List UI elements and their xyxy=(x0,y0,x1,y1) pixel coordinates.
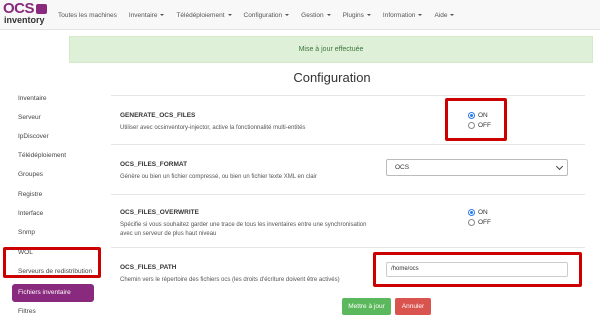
sidebar-item-groups[interactable]: Groupes xyxy=(18,171,43,178)
nav-label: Information xyxy=(382,11,416,19)
logo-icon xyxy=(36,4,47,14)
format-select[interactable]: OCS xyxy=(386,159,568,176)
row-divider xyxy=(111,194,585,195)
nav-deployment[interactable]: Télédéploiement xyxy=(176,11,232,19)
page-title: Configuration xyxy=(293,70,371,85)
sidebar-item-ipdiscover[interactable]: IpDiscover xyxy=(18,133,49,140)
nav-label: Plugins xyxy=(342,11,364,19)
caret-down-icon xyxy=(450,14,455,16)
sidebar-item-inventory[interactable]: Inventaire xyxy=(18,95,47,102)
nav-help[interactable]: Aide xyxy=(434,11,455,19)
success-alert: Mise à jour effectuée xyxy=(69,36,593,63)
caret-down-icon xyxy=(366,14,371,16)
nav-inventory[interactable]: Inventaire xyxy=(129,12,165,19)
sidebar-item-deployment[interactable]: Télédéploiement xyxy=(18,152,66,159)
select-value: OCS xyxy=(395,164,410,171)
sidebar-highlight-box xyxy=(3,247,101,278)
option-generate-description: Utiliser avec ocsinventory-injector, act… xyxy=(120,125,306,131)
sidebar-item-filters[interactable]: Filtres xyxy=(18,308,36,315)
chevron-down-icon xyxy=(555,162,564,171)
option-overwrite-description-1: Spécifie si vous souhaitez garder une tr… xyxy=(120,222,367,228)
nav-label: Toutes les machines xyxy=(58,11,117,19)
nav-configuration[interactable]: Configuration xyxy=(244,12,290,19)
main-menu: Toutes les machines Inventaire Télédéplo… xyxy=(58,0,466,30)
sidebar-item-registry[interactable]: Registre xyxy=(18,191,42,198)
radio-overwrite-off[interactable]: OFF xyxy=(468,219,491,226)
caret-down-icon xyxy=(418,14,423,16)
nav-management[interactable]: Gestion xyxy=(301,11,331,19)
option-format-description: Génère ou bien un fichier compressé, ou … xyxy=(120,174,317,180)
radio-overwrite-on[interactable]: ON xyxy=(468,209,488,216)
sidebar-item-server[interactable]: Serveur xyxy=(18,114,41,121)
radio-label: ON xyxy=(478,209,488,216)
top-navbar: OCS inventory Toutes les machines Invent… xyxy=(0,0,600,30)
nav-all-machines[interactable]: Toutes les machines xyxy=(58,12,117,19)
option-path-description: Chemin vers le répertoire des fichiers o… xyxy=(120,277,340,283)
caret-down-icon xyxy=(285,14,290,16)
radio-label: OFF xyxy=(478,219,491,226)
radio-highlight-box xyxy=(445,98,507,141)
caret-down-icon xyxy=(326,14,331,16)
option-overwrite-description-2: avec un serveur de plus haut niveau xyxy=(120,231,217,237)
nav-label: Configuration xyxy=(243,11,283,19)
nav-label: Inventaire xyxy=(128,11,158,19)
option-generate-name: GENERATE_OCS_FILES xyxy=(120,112,196,119)
radio-unchecked-icon[interactable] xyxy=(468,219,475,226)
sidebar-item-inventory-files[interactable]: Fichiers inventaire xyxy=(12,284,94,302)
option-path-name: OCS_FILES_PATH xyxy=(120,264,177,271)
nav-label: Télédéploiement xyxy=(176,11,225,19)
option-overwrite-name: OCS_FILES_OVERWRITE xyxy=(120,209,199,216)
update-button[interactable]: Mettre à jour xyxy=(342,298,391,315)
sidebar-item-interface[interactable]: Interface xyxy=(18,210,43,217)
row-divider xyxy=(111,247,585,248)
row-divider xyxy=(111,95,585,96)
ocs-logo[interactable]: OCS inventory xyxy=(3,0,49,28)
row-divider xyxy=(111,144,585,145)
nav-plugins[interactable]: Plugins xyxy=(343,12,371,19)
option-format-name: OCS_FILES_FORMAT xyxy=(120,161,188,168)
cancel-button[interactable]: Annuler xyxy=(395,298,431,315)
nav-label: Gestion xyxy=(301,11,324,19)
nav-label: Aide xyxy=(434,11,448,19)
sidebar-item-snmp[interactable]: Snmp xyxy=(18,229,35,236)
radio-checked-icon[interactable] xyxy=(468,209,475,216)
logo-subtext: inventory xyxy=(4,15,45,25)
caret-down-icon xyxy=(160,14,165,16)
nav-information[interactable]: Information xyxy=(383,12,423,19)
caret-down-icon xyxy=(227,14,232,16)
input-highlight-box xyxy=(373,252,582,287)
